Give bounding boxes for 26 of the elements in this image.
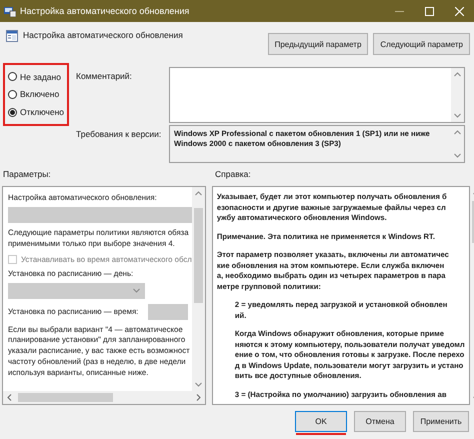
state-radio[interactable]: Не задано <box>8 72 64 82</box>
ok-button[interactable]: OK <box>295 411 347 432</box>
window-title: Настройка автоматического обновления <box>20 6 190 16</box>
previous-setting-button[interactable]: Предыдущий параметр <box>268 33 368 55</box>
options-label: Параметры: <box>3 169 52 179</box>
comment-field[interactable] <box>169 67 465 123</box>
close-icon <box>454 6 464 16</box>
comment-label: Комментарий: <box>76 70 133 83</box>
next-setting-button[interactable]: Следующий параметр <box>373 33 470 55</box>
minimize-icon <box>394 10 404 12</box>
state-radio[interactable]: Отключено <box>8 107 64 118</box>
apply-button[interactable]: Применить <box>413 411 469 432</box>
setting-title: Настройка автоматического обновления <box>23 30 183 40</box>
policy-icon <box>6 30 18 42</box>
maximize-icon <box>424 6 434 16</box>
vertical-scrollbar[interactable] <box>451 68 464 122</box>
requirements-label: Требования к версии: <box>76 128 162 141</box>
vertical-scrollbar[interactable] <box>192 187 205 391</box>
cancel-button[interactable]: Отмена <box>354 411 406 432</box>
horizontal-scrollbar[interactable] <box>3 391 205 404</box>
radio-label: Включено <box>20 89 60 100</box>
radio-label: Отключено <box>20 107 64 118</box>
help-label: Справка: <box>215 169 251 179</box>
state-radio[interactable]: Включено <box>8 89 64 100</box>
radio-label: Не задано <box>20 72 61 82</box>
app-icon <box>4 6 16 16</box>
